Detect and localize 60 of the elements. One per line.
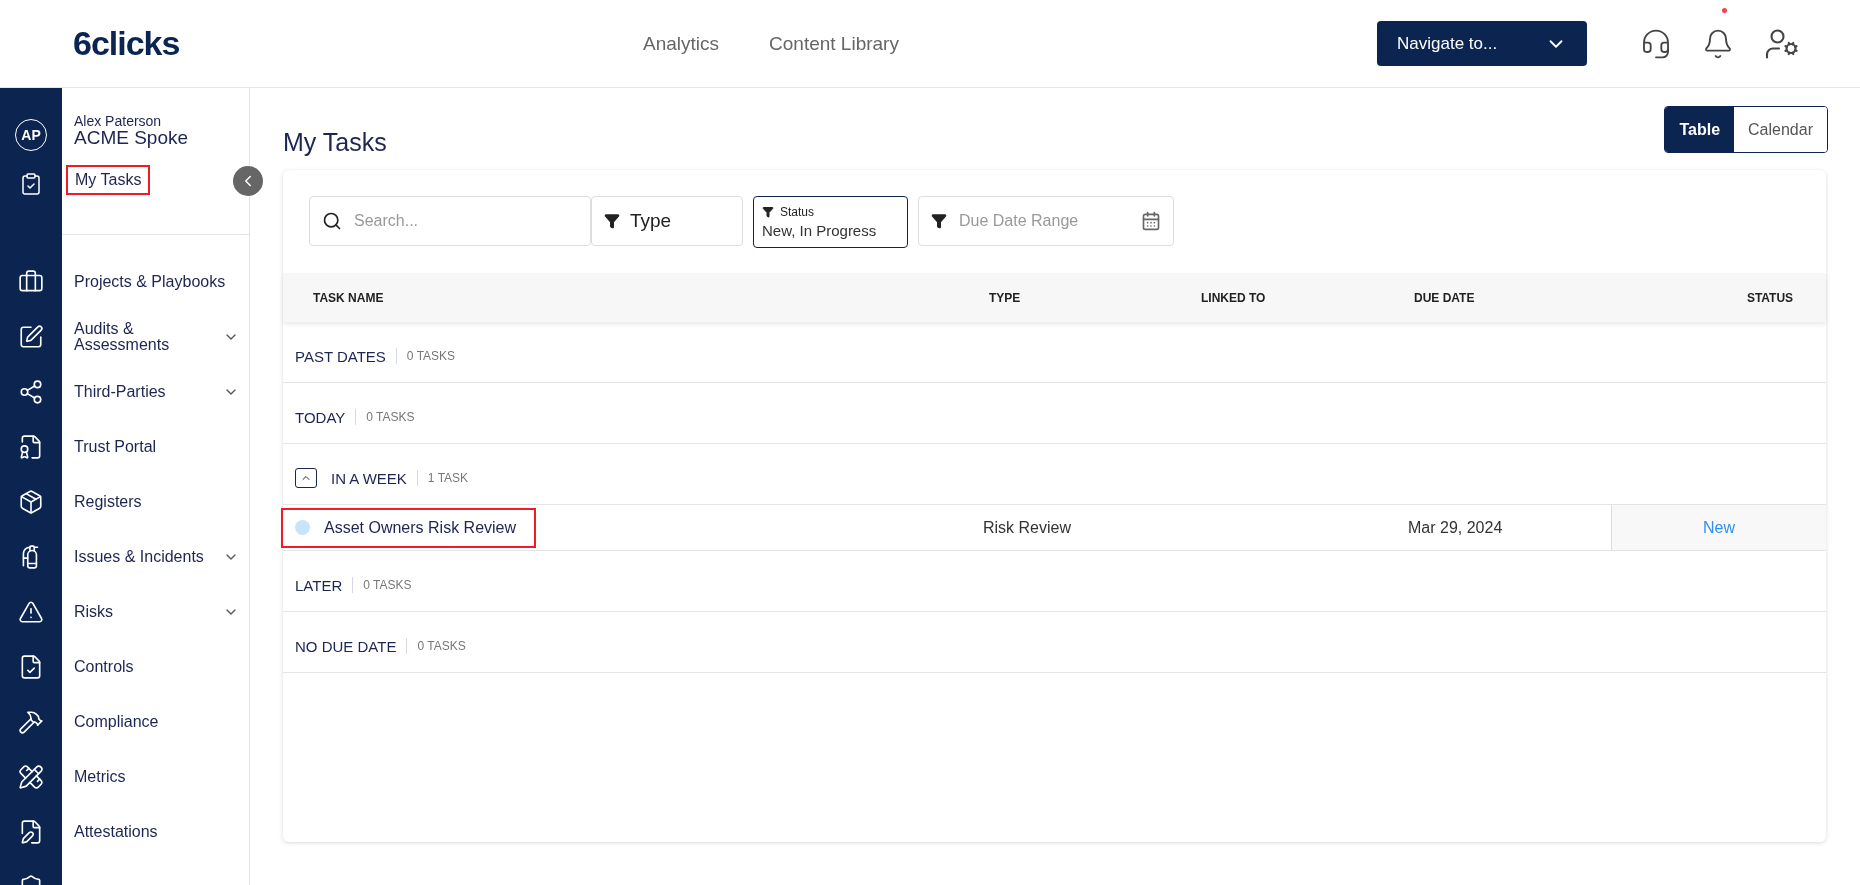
navigate-dropdown[interactable]: Navigate to... (1377, 21, 1587, 66)
hammer-icon[interactable] (18, 708, 44, 735)
clipboard-icon[interactable] (19, 172, 43, 196)
notification-icon[interactable] (1702, 27, 1734, 60)
sidebar-item[interactable]: Trust Portal (62, 419, 249, 474)
filter-icon (604, 213, 620, 229)
pen-square-icon[interactable] (18, 323, 44, 350)
group-label: LATER (295, 576, 343, 594)
group-label: NO DUE DATE (295, 637, 397, 655)
sidebar-item[interactable]: Compliance (62, 694, 249, 749)
search-input[interactable]: Search... (352, 211, 578, 231)
task-count: 0 TASKS (417, 639, 466, 653)
task-count: 1 TASK (427, 471, 469, 485)
organization-name: ACME Spoke (74, 128, 190, 148)
status-filter[interactable]: Status New, In Progress (753, 196, 908, 248)
nav-link[interactable]: Analytics (643, 32, 720, 55)
task-count: 0 TASKS (363, 578, 412, 592)
sidebar-item[interactable]: Controls (62, 639, 249, 694)
sidebar-item[interactable]: Projects & Playbooks (62, 254, 249, 309)
logo: 6clicks (73, 24, 181, 63)
calendar-icon (1141, 211, 1161, 231)
sidebar-item[interactable]: Audits & Assessments (62, 309, 249, 364)
nav-link[interactable]: Content Library (769, 32, 899, 55)
search-field[interactable]: Search... (309, 196, 591, 246)
group-label: TODAY (295, 408, 346, 426)
table-cell-text: Mar 29, 2024 (1408, 518, 1504, 537)
column-header: STATUS (1745, 290, 1795, 305)
user-name: Alex Paterson (74, 114, 163, 128)
table-cell-text: Risk Review (983, 518, 1072, 537)
view-toggle[interactable]: Table (1665, 107, 1735, 152)
column-header: TASK NAME (313, 290, 385, 305)
task-link[interactable]: Asset Owners Risk Review (281, 507, 537, 548)
sidebar-item[interactable]: Third-Parties (62, 364, 249, 419)
sidebar-item[interactable]: Issues & Incidents (62, 529, 249, 584)
sidebar-item[interactable]: Metrics (62, 749, 249, 804)
status-cell: New (1611, 505, 1826, 550)
sidebar-item[interactable]: Risks (62, 584, 249, 639)
collapse-button[interactable] (233, 166, 263, 196)
box-icon[interactable] (18, 488, 44, 515)
sidebar-item[interactable]: My Tasks (66, 165, 151, 195)
sidebar-item[interactable]: Registers (62, 474, 249, 529)
page-title: My Tasks (283, 128, 387, 157)
date-range-field[interactable]: Due Date Range (918, 196, 1174, 246)
type-filter[interactable]: Type (591, 196, 743, 246)
search-icon (322, 211, 342, 231)
filter-icon (762, 206, 774, 218)
network-icon[interactable] (18, 378, 44, 405)
column-header: DUE DATE (1414, 290, 1476, 305)
column-header: TYPE (989, 290, 1022, 305)
sidebar-item[interactable]: Attestations (62, 804, 249, 859)
collapse-toggle[interactable] (295, 468, 317, 488)
column-header: LINKED TO (1201, 290, 1267, 305)
group-label: PAST DATES (295, 347, 386, 365)
pencil-ruler-icon[interactable] (18, 763, 44, 790)
filter-icon (931, 213, 947, 229)
date-range-input[interactable]: Due Date Range (957, 211, 1131, 231)
group-label: IN A WEEK (331, 469, 407, 487)
task-count: 0 TASKS (366, 410, 415, 424)
support-icon[interactable] (1640, 27, 1672, 60)
task-count: 0 TASKS (406, 349, 456, 363)
